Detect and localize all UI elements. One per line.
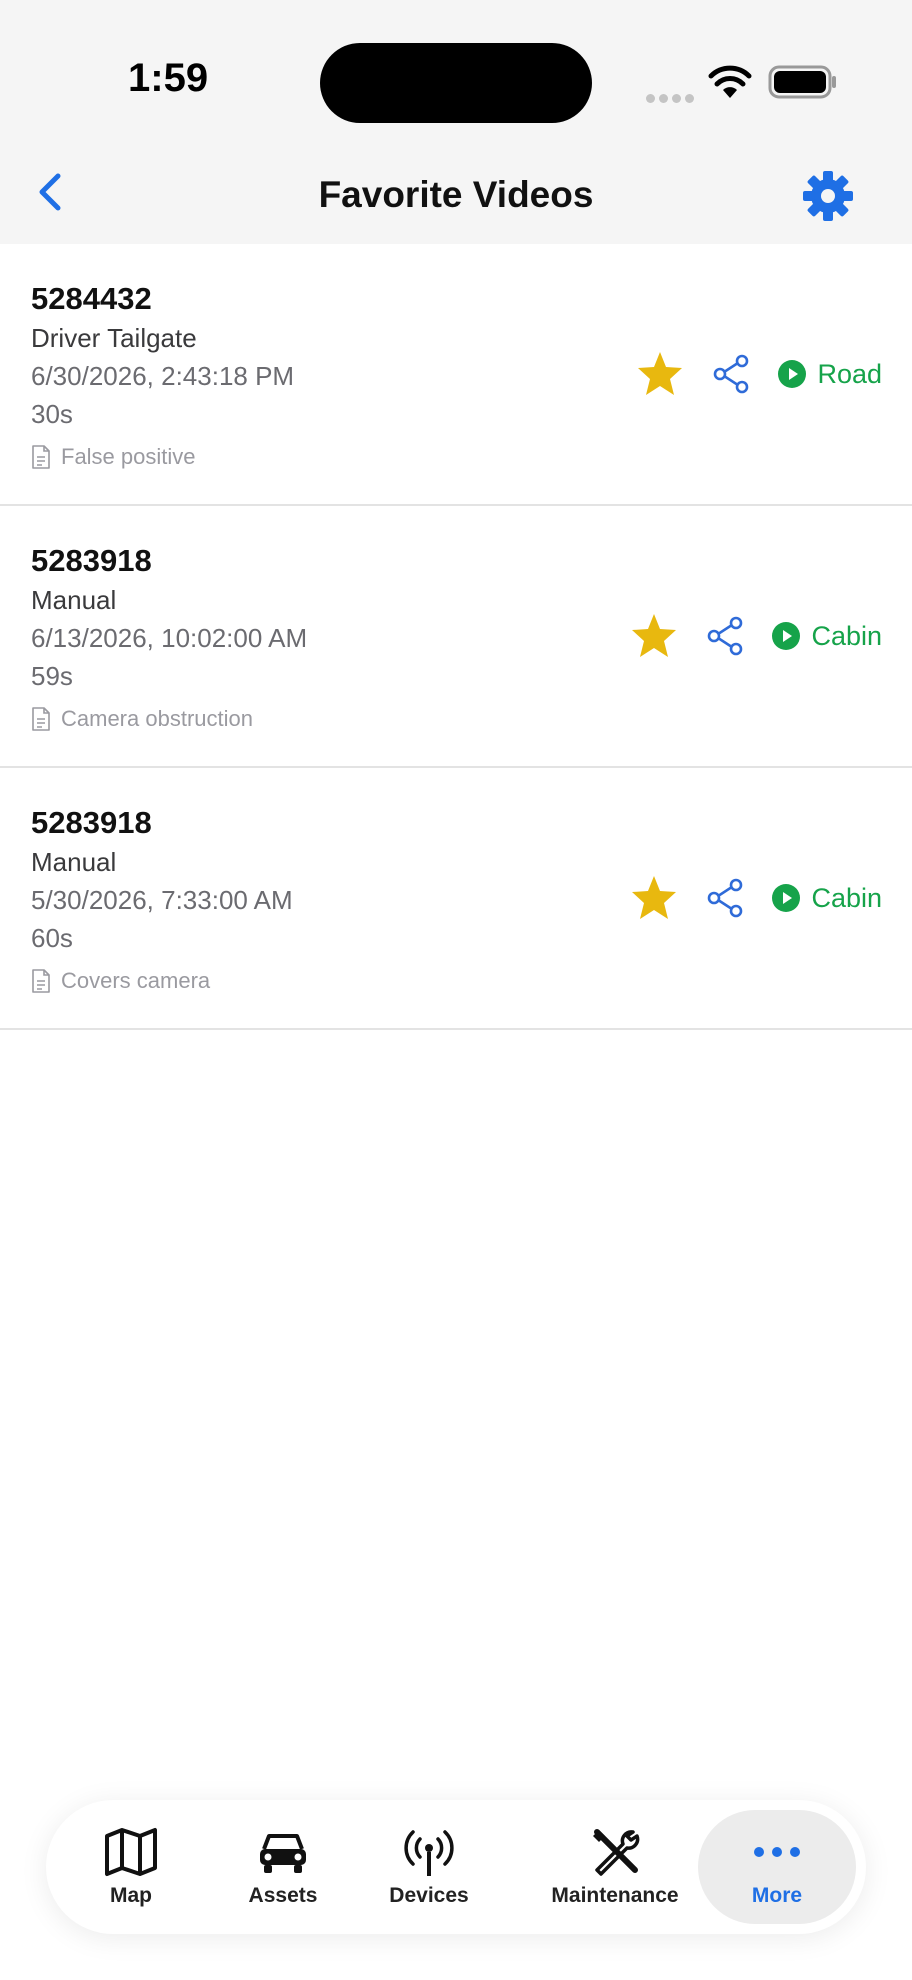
video-actions: Cabin — [629, 874, 882, 922]
video-list-item[interactable]: 5284432 Driver Tailgate 6/30/2026, 2:43:… — [0, 244, 912, 506]
cellular-signal-icon — [646, 90, 698, 108]
tab-label: Assets — [248, 1884, 318, 1907]
play-camera-button[interactable]: Cabin — [771, 883, 882, 914]
share-icon[interactable] — [711, 354, 751, 394]
camera-label: Road — [817, 358, 882, 389]
status-bar: 1:59 — [0, 0, 912, 140]
star-icon[interactable] — [635, 349, 685, 399]
video-date: 6/30/2026, 2:43:18 PM — [31, 361, 295, 391]
favorite-videos-list: 5284432 Driver Tailgate 6/30/2026, 2:43:… — [0, 244, 912, 1030]
tab-maintenance[interactable]: Maintenance — [530, 1800, 700, 1934]
tab-label: Map — [110, 1884, 152, 1907]
play-circle-icon — [778, 360, 807, 388]
bottom-tab-bar: Map Assets Devices Maintenance More — [46, 1800, 866, 1934]
camera-label: Cabin — [811, 882, 882, 913]
video-date: 5/30/2026, 7:33:00 AM — [31, 885, 293, 915]
video-event-type: Manual — [31, 847, 117, 877]
gear-icon[interactable] — [800, 168, 856, 224]
play-circle-icon — [772, 884, 801, 912]
share-icon[interactable] — [705, 878, 745, 918]
document-icon — [32, 969, 50, 993]
tab-label: Maintenance — [551, 1884, 679, 1907]
video-duration: 60s — [31, 923, 73, 953]
battery-icon — [768, 65, 836, 99]
video-list-item[interactable]: 5283918 Manual 5/30/2026, 7:33:00 AM 60s… — [0, 768, 912, 1030]
video-note: Camera obstruction — [31, 706, 253, 732]
video-id: 5283918 — [31, 543, 152, 578]
video-list-item[interactable]: 5283918 Manual 6/13/2026, 10:02:00 AM 59… — [0, 506, 912, 768]
share-icon[interactable] — [705, 616, 745, 656]
video-event-type: Driver Tailgate — [31, 323, 197, 353]
video-event-type: Manual — [31, 585, 117, 615]
tools-icon — [593, 1829, 640, 1876]
antenna-icon — [404, 1830, 454, 1876]
map-icon — [105, 1828, 157, 1876]
tab-label: More — [751, 1884, 803, 1907]
play-camera-button[interactable]: Road — [777, 359, 882, 390]
tab-devices[interactable]: Devices — [364, 1800, 494, 1934]
play-circle-icon — [772, 622, 801, 650]
star-icon[interactable] — [629, 873, 679, 923]
video-note-text: Camera obstruction — [61, 706, 253, 731]
page-title: Favorite Videos — [318, 174, 594, 215]
video-id: 5284432 — [31, 281, 152, 316]
video-duration: 59s — [31, 661, 73, 691]
video-note: False positive — [31, 444, 196, 470]
camera-label: Cabin — [811, 620, 882, 651]
status-time: 1:59 — [128, 56, 209, 100]
video-actions: Road — [635, 350, 882, 398]
video-date: 6/13/2026, 10:02:00 AM — [31, 623, 308, 653]
play-camera-button[interactable]: Cabin — [771, 621, 882, 652]
star-icon[interactable] — [629, 611, 679, 661]
tab-more[interactable]: More — [698, 1810, 856, 1924]
more-dots-icon — [754, 1847, 800, 1857]
video-note: Covers camera — [31, 968, 210, 994]
video-duration: 30s — [31, 399, 73, 429]
car-icon — [260, 1834, 306, 1873]
video-actions: Cabin — [629, 612, 882, 660]
video-id: 5283918 — [31, 805, 152, 840]
dynamic-island — [320, 43, 592, 123]
video-note-text: Covers camera — [61, 968, 211, 993]
tab-label: Devices — [389, 1884, 469, 1907]
navigation-bar: Favorite Videos — [0, 140, 912, 244]
tab-assets[interactable]: Assets — [218, 1800, 348, 1934]
document-icon — [32, 445, 50, 469]
video-note-text: False positive — [61, 444, 196, 469]
wifi-icon — [708, 65, 752, 98]
tab-map[interactable]: Map — [76, 1800, 186, 1934]
document-icon — [32, 707, 50, 731]
